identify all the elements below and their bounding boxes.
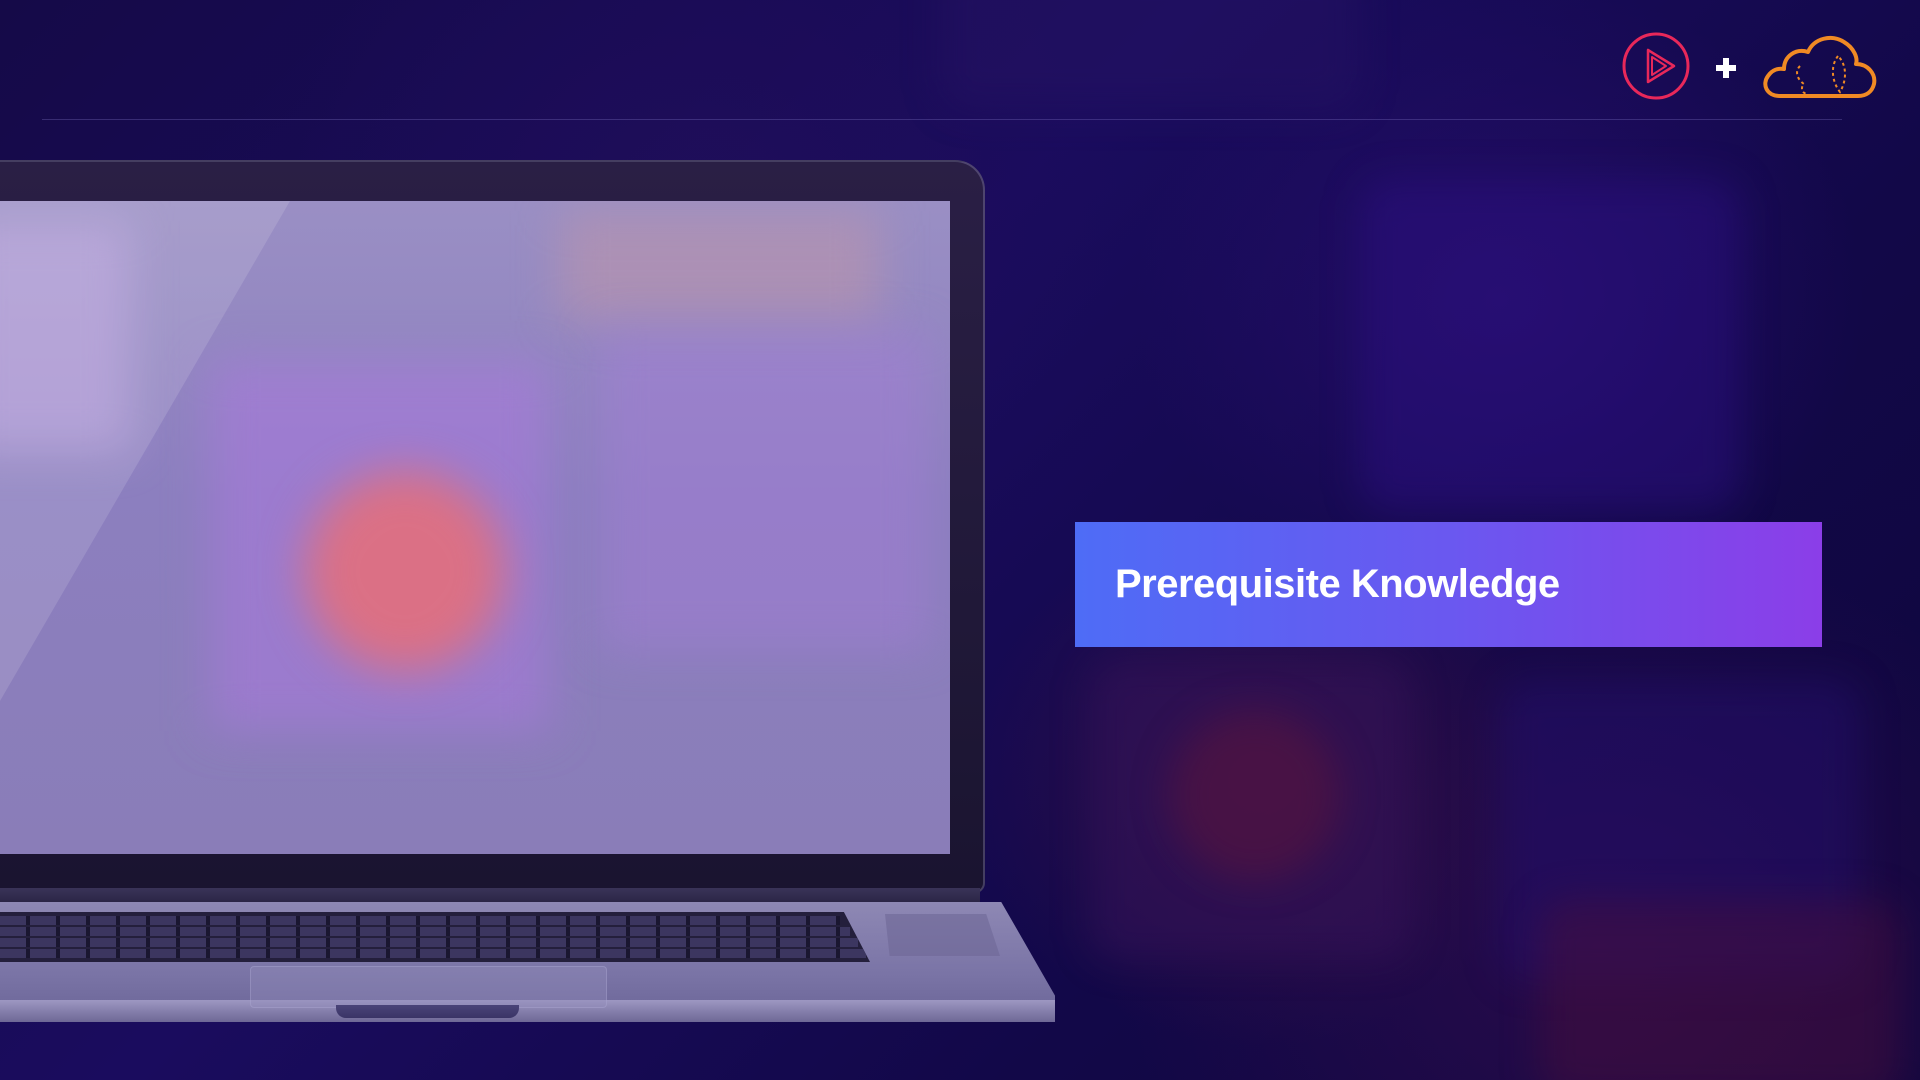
play-circle-icon bbox=[1622, 32, 1690, 100]
laptop-hinge bbox=[0, 888, 980, 904]
laptop-speaker bbox=[885, 914, 1000, 956]
background-tile bbox=[940, 0, 1360, 110]
background-tile bbox=[1540, 900, 1900, 1080]
background-tile bbox=[1360, 180, 1740, 510]
cloud-icon bbox=[1763, 35, 1877, 98]
screen-glare bbox=[0, 201, 290, 701]
slide-title: Prerequisite Knowledge bbox=[1115, 562, 1560, 606]
plus-icon bbox=[1716, 58, 1736, 78]
keyboard-row bbox=[0, 938, 858, 947]
laptop-trackpad bbox=[250, 966, 607, 1008]
title-banner: Prerequisite Knowledge bbox=[1075, 522, 1822, 647]
header-divider bbox=[42, 119, 1842, 120]
screen-blur-circle bbox=[305, 471, 505, 671]
background-tile bbox=[1170, 710, 1340, 880]
keyboard-row bbox=[0, 916, 840, 925]
keyboard-row bbox=[0, 927, 850, 936]
screen-blur-tile bbox=[600, 331, 930, 651]
laptop-keyboard bbox=[0, 912, 870, 962]
laptop-notch bbox=[336, 1005, 519, 1018]
laptop-screen bbox=[0, 201, 950, 854]
screen-blur-tile bbox=[560, 211, 880, 321]
keyboard-row bbox=[0, 949, 866, 958]
slide: Prerequisite Knowledge bbox=[0, 0, 1920, 1080]
